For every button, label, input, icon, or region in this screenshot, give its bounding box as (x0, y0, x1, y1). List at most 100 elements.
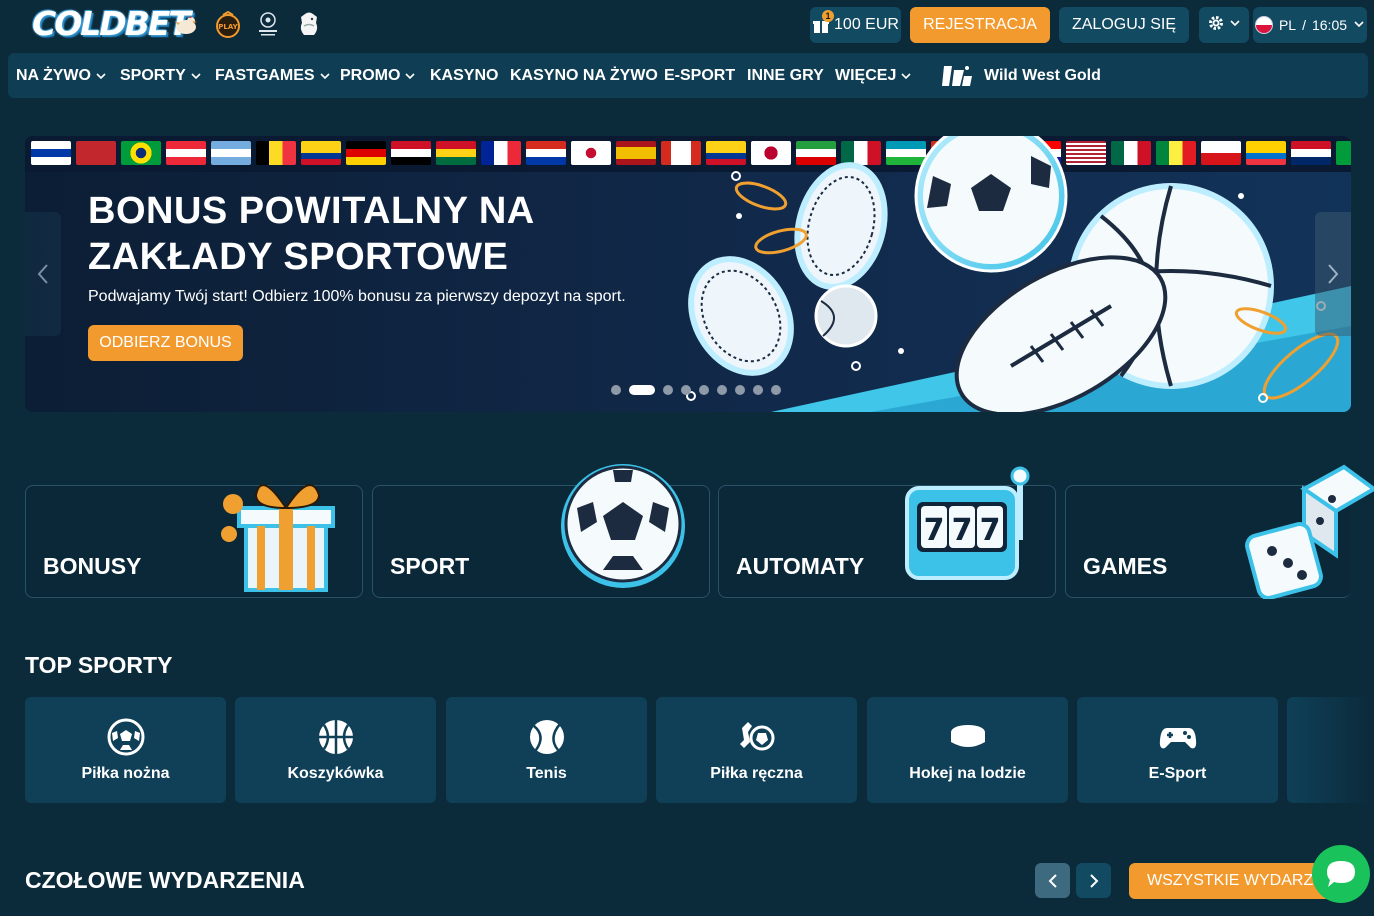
banner-subtitle: Podwajamy Twój start! Odbierz 100% bonus… (88, 288, 626, 305)
gift-icon: 1 (812, 10, 835, 34)
nav-item-fastgames[interactable]: FASTGAMES (215, 53, 331, 98)
nav-item-casino[interactable]: KASYNO (430, 53, 498, 98)
sport-card-partial[interactable] (1287, 697, 1374, 803)
hockey-puck-icon (948, 717, 988, 757)
chevron-down-icon (1229, 16, 1241, 34)
soccer-icon (106, 717, 146, 757)
country-flag-icon (31, 141, 71, 165)
claim-bonus-button[interactable]: ODBIERZ BONUS (88, 325, 243, 361)
events-next-button[interactable] (1076, 863, 1111, 898)
register-button[interactable]: REJESTRACJA (910, 7, 1050, 43)
chevron-down-icon (191, 72, 201, 79)
language-time-button[interactable]: PL / 16:05 (1253, 7, 1367, 43)
sport-card-football[interactable]: Piłka nożna (25, 697, 226, 803)
nav-item-esport[interactable]: E-SPORT (664, 53, 735, 98)
wild-west-gold-icon (942, 65, 972, 86)
dice-icon (1245, 464, 1374, 599)
chevron-down-icon (405, 72, 416, 79)
gift-icon (221, 484, 335, 592)
top-sports-title: TOP SPORTY (25, 652, 173, 678)
champions-league-icon (254, 10, 282, 40)
live-chat-button[interactable] (1312, 845, 1370, 903)
bonus-count-badge: 1 (822, 10, 835, 22)
brand-logo[interactable]: COLDBET (32, 0, 191, 52)
country-flag-icon (256, 141, 296, 165)
slide-dot[interactable] (699, 385, 709, 395)
clock-time: 16:05 (1311, 17, 1348, 33)
country-flag-icon (166, 141, 206, 165)
country-flag-icon (76, 141, 116, 165)
nav-item-more[interactable]: WIĘCEJ (835, 53, 912, 98)
nav-item-wild-west-gold[interactable]: Wild West Gold (940, 53, 1101, 98)
country-flag-icon (481, 141, 521, 165)
top-header: COLDBET PLAY 1 100 EUR REJESTRACJA ZALOG… (0, 0, 1374, 52)
chevron-down-icon (96, 72, 106, 79)
country-flag-icon (301, 141, 341, 165)
top-events-title: CZOŁOWE WYDARZENIA (25, 867, 305, 893)
country-flag-icon (571, 141, 611, 165)
events-prev-button[interactable] (1035, 863, 1070, 898)
sport-card-ice-hockey[interactable]: Hokej na lodzie (867, 697, 1068, 803)
country-flag-icon (616, 141, 656, 165)
country-flag-icon (121, 141, 161, 165)
svg-text:7: 7 (924, 513, 945, 548)
category-slots[interactable]: AUTOMATY 7 7 7 (718, 466, 1056, 598)
country-flag-icon (391, 141, 431, 165)
chevron-right-icon (1328, 264, 1339, 284)
login-button[interactable]: ZALOGUJ SIĘ (1059, 7, 1189, 43)
category-bonuses[interactable]: BONUSY (25, 484, 363, 598)
bonus-amount: 100 EUR (834, 16, 899, 33)
gear-icon (1207, 14, 1225, 37)
main-navigation: NA ŻYWO SPORTY FASTGAMES PROMO KASYNO KA… (8, 53, 1368, 98)
next-slide-button[interactable] (1315, 212, 1351, 336)
sport-card-basketball[interactable]: Koszykówka (235, 697, 436, 803)
chevron-down-icon (319, 72, 330, 79)
nav-item-live-casino[interactable]: KASYNO NA ŻYWO (510, 53, 658, 98)
nav-item-other-games[interactable]: INNE GRY (747, 53, 824, 98)
category-sport[interactable]: SPORT (372, 464, 710, 598)
svg-text:7: 7 (952, 513, 973, 548)
promo-banner[interactable]: BONUS POWITALNY NA ZAKŁADY SPORTOWE Podw… (25, 136, 1351, 412)
nav-item-promo[interactable]: PROMO (340, 53, 416, 98)
slide-dot[interactable] (663, 385, 673, 395)
prev-slide-button[interactable] (25, 212, 61, 336)
soccer-ball-icon (561, 464, 685, 588)
nav-item-live[interactable]: NA ŻYWO (16, 53, 107, 98)
slide-dot[interactable] (629, 385, 655, 395)
slide-dot[interactable] (735, 385, 745, 395)
premier-league-icon (295, 10, 323, 40)
basketball-icon (316, 717, 356, 757)
poland-flag-icon (1254, 16, 1273, 34)
slide-indicators (611, 385, 781, 395)
language-code: PL (1278, 17, 1297, 33)
slide-dot[interactable] (717, 385, 727, 395)
country-flag-icon (436, 141, 476, 165)
svg-text:7: 7 (980, 513, 1001, 548)
slot-machine-icon: 7 7 7 (905, 466, 1030, 580)
bonus-balance-button[interactable]: 1 100 EUR (810, 7, 901, 43)
chevron-left-icon (37, 264, 48, 284)
country-flag-icon (211, 141, 251, 165)
settings-button[interactable] (1199, 7, 1249, 43)
sport-card-handball[interactable]: Piłka ręczna (656, 697, 857, 803)
slide-dot[interactable] (611, 385, 621, 395)
chevron-down-icon (1353, 17, 1365, 33)
tennis-icon (527, 717, 567, 757)
nav-item-sports[interactable]: SPORTY (120, 53, 202, 98)
handball-icon (737, 717, 777, 757)
slide-dot[interactable] (681, 385, 691, 395)
slide-dot[interactable] (753, 385, 763, 395)
country-flag-icon (526, 141, 566, 165)
chevron-right-icon (1089, 873, 1098, 888)
chat-bubble-icon (1327, 861, 1355, 887)
sport-card-tennis[interactable]: Tenis (446, 697, 647, 803)
slide-dot[interactable] (771, 385, 781, 395)
sport-card-esport[interactable]: E-Sport (1077, 697, 1278, 803)
sports-balls-illustration (686, 136, 1351, 412)
chevron-down-icon (901, 72, 911, 79)
banner-title: BONUS POWITALNY NA ZAKŁADY SPORTOWE (88, 190, 534, 278)
chevron-left-icon (1048, 873, 1057, 888)
country-flag-icon (346, 141, 386, 165)
svg-text:PLAY: PLAY (218, 23, 238, 31)
gamepad-icon (1158, 717, 1198, 757)
